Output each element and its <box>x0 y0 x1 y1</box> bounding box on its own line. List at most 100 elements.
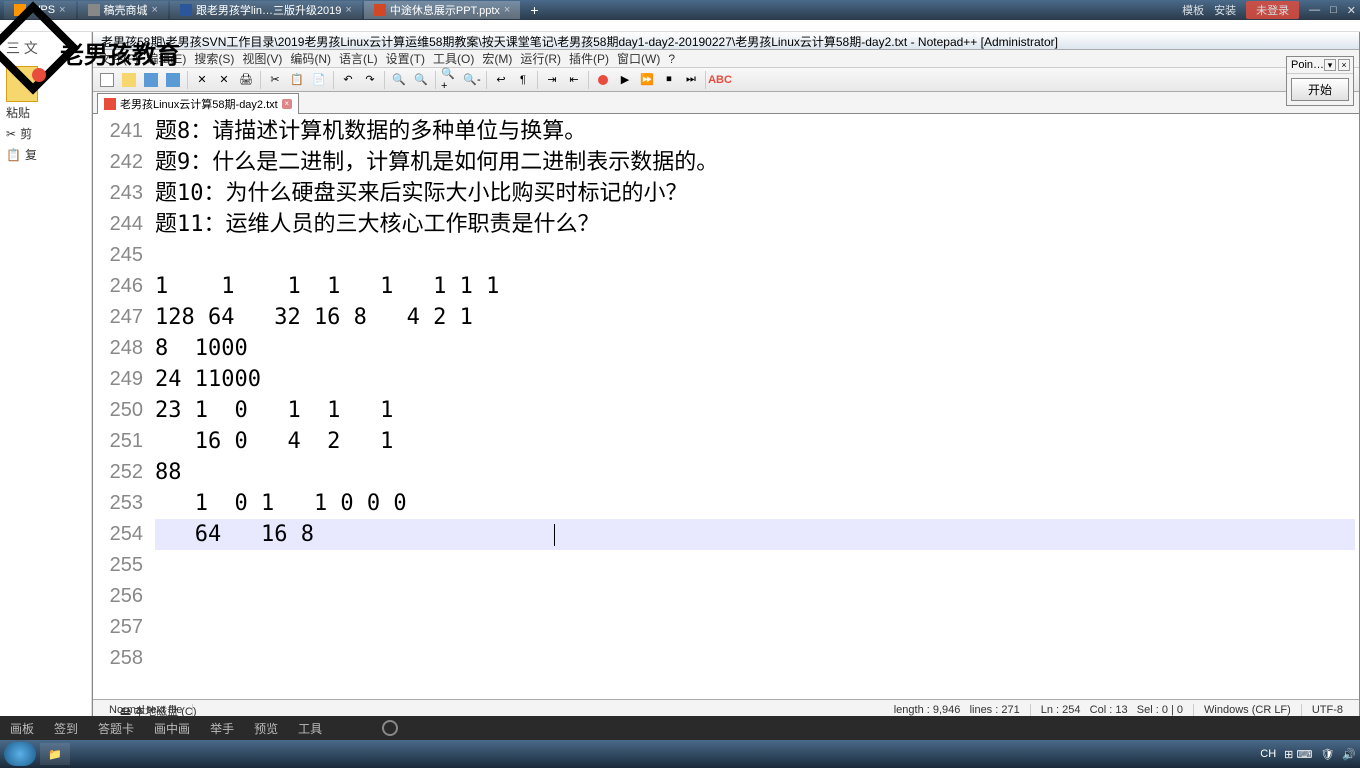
menu-item[interactable]: 编码(N) <box>290 50 331 67</box>
replace-button[interactable]: 🔍 <box>411 70 431 90</box>
app-icon <box>374 4 386 16</box>
code-line[interactable]: 1 0 1 1 0 0 0 <box>155 488 1355 519</box>
record-macro-button[interactable] <box>593 70 613 90</box>
window-tab[interactable]: 稿壳商城 × <box>78 1 168 19</box>
menu-item[interactable]: 宏(M) <box>482 50 512 67</box>
npp-toolbar: ✕ ✕ 🖨 ✂ 📋 📄 ↶ ↷ 🔍 🔍 🔍+ 🔍- ↩ ¶ ⇥ ⇤ ▶ <box>93 68 1359 92</box>
menu-item[interactable]: 运行(R) <box>520 50 561 67</box>
toolbar-item[interactable]: 答题卡 <box>98 720 134 737</box>
spell-check-button[interactable]: ABC <box>710 70 730 90</box>
wrap-button[interactable]: ↩ <box>491 70 511 90</box>
close-tab-icon[interactable]: × <box>282 99 292 109</box>
window-tab-bar: WPS ×稿壳商城 ×跟老男孩学lin…三版升级2019 ×中途休息展示PPT.… <box>0 0 1360 20</box>
code-line[interactable]: 24 11000 <box>155 364 1355 395</box>
tray-shield-icon[interactable]: 🛡 <box>1320 748 1334 761</box>
install-link[interactable]: 安装 <box>1214 2 1236 18</box>
code-line[interactable]: 题8：请描述计算机数据的多种单位与换算。 <box>155 116 1355 147</box>
cut-button[interactable]: ✂ 剪 <box>6 125 85 142</box>
code-line[interactable]: 64 16 8 <box>155 519 1355 550</box>
skip-button[interactable]: ⏭ <box>681 70 701 90</box>
zoom-in-button[interactable]: 🔍+ <box>440 70 460 90</box>
window-tab[interactable]: 跟老男孩学lin…三版升级2019 × <box>170 1 362 19</box>
code-line[interactable]: 88 <box>155 457 1355 488</box>
point-panel[interactable]: Poin… ▾ × 开始 <box>1286 56 1354 106</box>
save-button[interactable] <box>141 70 161 90</box>
close-all-button[interactable]: ✕ <box>214 70 234 90</box>
editor-area[interactable]: 2412422432442452462472482492502512522532… <box>93 114 1359 699</box>
toolbar-item[interactable]: 画板 <box>10 720 34 737</box>
toolbar-item[interactable]: 签到 <box>54 720 78 737</box>
file-tab-active[interactable]: 老男孩Linux云计算58期-day2.txt × <box>97 93 299 114</box>
menu-item[interactable]: ? <box>668 52 675 66</box>
new-tab-button[interactable]: + <box>522 2 546 18</box>
find-button[interactable]: 🔍 <box>389 70 409 90</box>
redo-button[interactable]: ↷ <box>360 70 380 90</box>
power-icon[interactable] <box>382 720 398 736</box>
toolbar-item[interactable]: 画中画 <box>154 720 190 737</box>
login-button[interactable]: 未登录 <box>1246 1 1299 19</box>
menu-item[interactable]: 文件(F) <box>99 50 138 67</box>
menu-item[interactable]: 插件(P) <box>569 50 609 67</box>
undo-button[interactable]: ↶ <box>338 70 358 90</box>
open-file-button[interactable] <box>119 70 139 90</box>
print-button[interactable]: 🖨 <box>236 70 256 90</box>
play-macro-button[interactable]: ▶ <box>615 70 635 90</box>
point-title-label: Poin… <box>1291 59 1324 71</box>
copy-button[interactable]: 📋 复 <box>6 146 85 163</box>
window-tab[interactable]: 中途休息展示PPT.pptx × <box>364 1 520 19</box>
code-line[interactable]: 128 64 32 16 8 4 2 1 <box>155 302 1355 333</box>
toolbar-item[interactable]: 举手 <box>210 720 234 737</box>
menu-item[interactable]: 语言(L) <box>339 50 378 67</box>
code-line[interactable]: 23 1 0 1 1 1 <box>155 395 1355 426</box>
save-all-button[interactable] <box>163 70 183 90</box>
code-line[interactable] <box>155 581 1355 612</box>
window-tab[interactable]: WPS × <box>4 1 76 19</box>
paste-tb-button[interactable]: 📄 <box>309 70 329 90</box>
start-button[interactable] <box>4 742 36 766</box>
cut-tb-button[interactable]: ✂ <box>265 70 285 90</box>
code-line[interactable] <box>155 643 1355 674</box>
new-file-button[interactable] <box>97 70 117 90</box>
status-length: length : 9,946 lines : 271 <box>884 704 1031 716</box>
menu-item[interactable]: 搜索(S) <box>194 50 234 67</box>
code-line[interactable] <box>155 612 1355 643</box>
code-line[interactable] <box>155 550 1355 581</box>
outdent-button[interactable]: ⇤ <box>564 70 584 90</box>
menu-item[interactable]: 工具(O) <box>433 50 474 67</box>
point-start-button[interactable]: 开始 <box>1291 78 1349 101</box>
menu-item[interactable]: 编辑(E) <box>146 50 186 67</box>
paste-button[interactable]: 粘贴 <box>6 104 30 121</box>
toolbar-item[interactable]: 工具 <box>298 720 322 737</box>
window-maximize[interactable]: □ <box>1330 4 1337 16</box>
tray-volume-icon[interactable]: 🔊 <box>1342 748 1356 761</box>
zoom-out-button[interactable]: 🔍- <box>462 70 482 90</box>
templates-link[interactable]: 模板 <box>1182 2 1204 18</box>
menu-item[interactable]: 设置(T) <box>386 50 425 67</box>
taskbar-item[interactable]: 📁 <box>40 743 70 765</box>
code-line[interactable] <box>155 240 1355 271</box>
paste-icon[interactable] <box>6 66 38 102</box>
toolbar-item[interactable]: 预览 <box>254 720 278 737</box>
fast-forward-button[interactable]: ⏩ <box>637 70 657 90</box>
system-tray[interactable]: CH ⊞ ⌨ 🛡 🔊 <box>1260 748 1356 761</box>
hamburger-icon[interactable]: 三 文 <box>6 38 85 58</box>
menu-item[interactable]: 视图(V) <box>242 50 282 67</box>
wps-ribbon-bar <box>0 20 1360 32</box>
copy-tb-button[interactable]: 📋 <box>287 70 307 90</box>
close-file-button[interactable]: ✕ <box>192 70 212 90</box>
code-line[interactable]: 1 1 1 1 1 1 1 1 <box>155 271 1355 302</box>
code-line[interactable]: 题10：为什么硬盘买来后实际大小比购买时标记的小？ <box>155 178 1355 209</box>
show-all-button[interactable]: ¶ <box>513 70 533 90</box>
code-line[interactable]: 题11：运维人员的三大核心工作职责是什么？ <box>155 209 1355 240</box>
code-line[interactable]: 16 0 4 2 1 <box>155 426 1355 457</box>
window-close[interactable]: ✕ <box>1347 4 1356 17</box>
window-minimize[interactable]: — <box>1309 4 1320 16</box>
indent-button[interactable]: ⇥ <box>542 70 562 90</box>
point-dropdown-icon[interactable]: ▾ <box>1324 59 1336 71</box>
menu-item[interactable]: 窗口(W) <box>617 50 660 67</box>
code-content[interactable]: 题8：请描述计算机数据的多种单位与换算。题9：什么是二进制，计算机是如何用二进制… <box>151 114 1359 699</box>
code-line[interactable]: 题9：什么是二进制，计算机是如何用二进制表示数据的。 <box>155 147 1355 178</box>
point-close-icon[interactable]: × <box>1338 59 1350 71</box>
stop-button[interactable]: ⏹ <box>659 70 679 90</box>
code-line[interactable]: 8 1000 <box>155 333 1355 364</box>
